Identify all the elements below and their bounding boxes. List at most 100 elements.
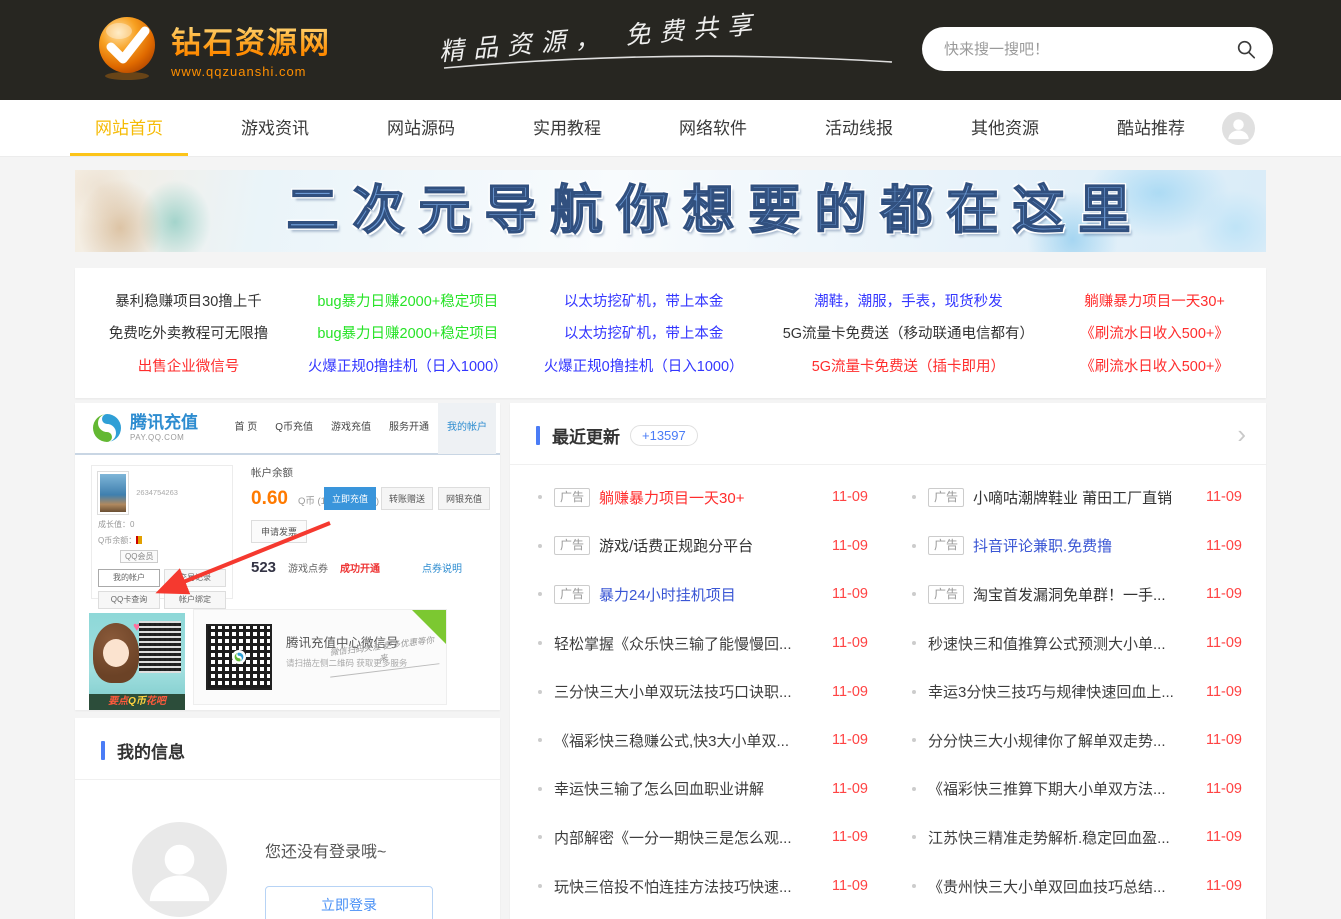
quick-link[interactable]: 免费吃外卖教程可无限撸 <box>83 322 294 343</box>
tencent-balance-content: 帐户余额 0.60 Q币 (1Q币=10Q点) 立即充值 转账赠送 网银充值 申… <box>251 465 490 576</box>
search-box[interactable] <box>922 27 1273 71</box>
list-item[interactable]: 幸运3分快三技巧与规律快速回血上... 11-09 <box>912 667 1242 716</box>
search-input[interactable] <box>944 41 1235 58</box>
quick-link[interactable]: 5G流量卡免费送（移动联通电信都有） <box>766 322 1051 343</box>
search-icon[interactable] <box>1235 38 1257 60</box>
nav-item-3[interactable]: 实用教程 <box>508 100 626 156</box>
ad-badge: 广告 <box>928 536 964 555</box>
quick-link[interactable]: bug暴力日赚2000+稳定项目 <box>294 322 522 343</box>
article-link[interactable]: 暴力24小时挂机项目 <box>599 584 820 605</box>
list-item[interactable]: 广告淘宝首发漏洞免单群！一手... 11-09 <box>912 570 1242 619</box>
tencent-nav-qb: Q币充值 <box>266 403 322 454</box>
tencent-points-label: 游戏点券 <box>288 560 328 575</box>
chevron-right-icon[interactable]: › <box>1237 421 1246 447</box>
quick-link[interactable]: 《刷流水日收入500+》 <box>1051 355 1258 376</box>
article-date: 11-09 <box>1206 586 1242 602</box>
recent-updates-card: 最近更新 +13597 › 广告躺赚暴力项目一天30+11-09广告游戏/话费正… <box>510 403 1266 919</box>
bullet-icon <box>912 884 916 888</box>
site-header: 钻石资源网 www.qqzuanshi.com 精品资源， 免费共享 <box>0 0 1341 100</box>
tencent-btn-myaccount: 我的帐户 <box>98 569 160 587</box>
tencent-recharge-screenshot[interactable]: 腾讯充值 PAY.QQ.COM 首 页 Q币充值 游戏充值 服务开通 我的帐户 … <box>75 403 500 710</box>
tencent-sidebar-buttons: 我的帐户 交易记录 QQ卡查询 帐户绑定 <box>98 569 226 609</box>
article-link[interactable]: 躺赚暴力项目一天30+ <box>599 487 820 508</box>
list-item[interactable]: 广告小嘀咕潮牌鞋业 莆田工厂直销11-09 <box>912 473 1242 522</box>
article-link[interactable]: 轻松掌握《众乐快三输了能慢慢回... <box>554 633 820 654</box>
article-link[interactable]: 江苏快三精准走势解析.稳定回血盈... <box>928 827 1194 848</box>
list-item[interactable]: 《福彩快三推算下期大小单双方法...11-09 <box>912 765 1242 814</box>
nav-item-0[interactable]: 网站首页 <box>70 100 188 156</box>
quick-link[interactable]: 潮鞋，潮服，手表，现货秒发 <box>766 290 1051 311</box>
article-link[interactable]: 幸运3分快三技巧与规律快速回血上... <box>928 681 1194 702</box>
quick-link[interactable]: 5G流量卡免费送（插卡即用） <box>766 355 1051 376</box>
list-item[interactable]: 三分快三大小单双玩法技巧口诀职...11-09 <box>538 667 868 716</box>
article-link[interactable]: 幸运快三输了怎么回血职业讲解 <box>554 778 820 799</box>
nav-item-2[interactable]: 网站源码 <box>362 100 480 156</box>
tencent-logo: 腾讯充值 PAY.QQ.COM <box>91 412 198 444</box>
list-item[interactable]: 广告游戏/话费正规跑分平台11-09 <box>538 522 868 571</box>
tencent-points-status: 成功开通 <box>340 560 380 575</box>
article-link[interactable]: 玩快三倍投不怕连挂方法技巧快速... <box>554 876 820 897</box>
quick-link[interactable]: 以太坊挖矿机，带上本金 <box>522 290 766 311</box>
article-link[interactable]: 内部解密《一分一期快三是怎么观... <box>554 827 820 848</box>
nav-item-7[interactable]: 酷站推荐 <box>1092 100 1210 156</box>
list-item[interactable]: 玩快三倍投不怕连挂方法技巧快速...11-09 <box>538 862 868 911</box>
quick-link[interactable]: 火爆正规0撸挂机（日入1000） <box>522 355 766 376</box>
nav-item-4[interactable]: 网络软件 <box>654 100 772 156</box>
quick-link[interactable]: bug暴力日赚2000+稳定项目 <box>294 290 522 311</box>
ad-badge: 广告 <box>928 585 964 604</box>
tencent-account-number: 2634754263 <box>136 488 178 497</box>
list-item[interactable]: 《福彩快三稳赚公式,快3大小单双...11-09 <box>538 716 868 765</box>
hero-banner[interactable]: 二次元导航你想要的都在这里 <box>75 170 1266 252</box>
profile-section-title: 我的信息 <box>117 738 185 763</box>
tencent-recharge-button: 立即充值 <box>324 487 376 510</box>
list-item[interactable]: 内部解密《一分一期快三是怎么观...11-09 <box>538 813 868 862</box>
article-link[interactable]: 《福彩快三稳赚公式,快3大小单双... <box>554 730 820 751</box>
article-date: 11-09 <box>1206 684 1242 700</box>
article-link[interactable]: 《福彩快三推算下期大小单双方法... <box>928 778 1194 799</box>
list-item[interactable]: 幸运快三输了怎么回血职业讲解11-09 <box>538 765 868 814</box>
article-link[interactable]: 小嘀咕潮牌鞋业 莆田工厂直销 <box>973 487 1194 508</box>
article-link[interactable]: 分分快三大小规律你了解单双走势... <box>928 730 1194 751</box>
quick-link[interactable]: 暴利稳赚项目30撸上千 <box>83 290 294 311</box>
list-item[interactable]: 广告暴力24小时挂机项目11-09 <box>538 570 868 619</box>
list-item[interactable]: 广告躺赚暴力项目一天30+11-09 <box>538 473 868 522</box>
tencent-points-value: 523 <box>251 559 276 576</box>
list-item[interactable]: 分分快三大小规律你了解单双走势...11-09 <box>912 716 1242 765</box>
article-date: 11-09 <box>1206 829 1242 845</box>
nav-item-5[interactable]: 活动线报 <box>800 100 918 156</box>
list-item[interactable]: 轻松掌握《众乐快三输了能慢慢回...11-09 <box>538 619 868 668</box>
green-corner-ribbon <box>412 610 446 644</box>
bullet-icon <box>912 592 916 596</box>
tencent-btn-records: 交易记录 <box>164 569 226 587</box>
article-link[interactable]: 《贵州快三大小单双回血技巧总结... <box>928 876 1194 897</box>
user-avatar-icon[interactable] <box>1222 112 1255 145</box>
article-link[interactable]: 游戏/话费正规跑分平台 <box>599 535 820 556</box>
login-button[interactable]: 立即登录 <box>265 886 433 919</box>
tencent-qb-label: Q币余额： <box>98 536 136 545</box>
section-accent-bar <box>536 426 540 445</box>
tencent-bottom-strip: ♥ 要点Q币花吧 腾讯充值中心微信号 请扫描左侧二维码 获取更多服务 微信扫码关… <box>75 607 500 710</box>
quick-link[interactable]: 躺赚暴力项目一天30+ <box>1051 290 1258 311</box>
nav-item-6[interactable]: 其他资源 <box>946 100 1064 156</box>
site-logo[interactable]: 钻石资源网 www.qqzuanshi.com <box>95 15 331 81</box>
article-link[interactable]: 淘宝首发漏洞免单群！一手... <box>973 584 1194 605</box>
tencent-nav-account: 我的帐户 <box>438 403 496 454</box>
list-item[interactable]: 《贵州快三大小单双回血技巧总结...11-09 <box>912 862 1242 911</box>
main-nav: 网站首页游戏资讯网站源码实用教程网络软件活动线报其他资源酷站推荐 <box>70 100 1210 156</box>
list-item[interactable]: 江苏快三精准走势解析.稳定回血盈... 11-09 <box>912 813 1242 862</box>
article-link[interactable]: 抖音评论兼职.免费撸 <box>973 535 1194 556</box>
bullet-icon <box>538 738 542 742</box>
tencent-footer-hint: 向你推荐其他业务 <box>193 707 273 710</box>
list-item[interactable]: 广告抖音评论兼职.免费撸11-09 <box>912 522 1242 571</box>
bullet-icon <box>538 690 542 694</box>
quick-link[interactable]: 火爆正规0撸挂机（日入1000） <box>294 355 522 376</box>
nav-item-1[interactable]: 游戏资讯 <box>216 100 334 156</box>
list-item[interactable]: 秒速快三和值推算公式预测大小单...11-09 <box>912 619 1242 668</box>
quick-link[interactable]: 以太坊挖矿机，带上本金 <box>522 322 766 343</box>
quick-link[interactable]: 出售企业微信号 <box>83 355 294 376</box>
article-link[interactable]: 三分快三大小单双玩法技巧口诀职... <box>554 681 820 702</box>
quick-link[interactable]: 《刷流水日收入500+》 <box>1051 322 1258 343</box>
update-count-badge: +13597 <box>630 425 698 446</box>
article-link[interactable]: 秒速快三和值推算公式预测大小单... <box>928 633 1194 654</box>
bullet-icon <box>912 544 916 548</box>
